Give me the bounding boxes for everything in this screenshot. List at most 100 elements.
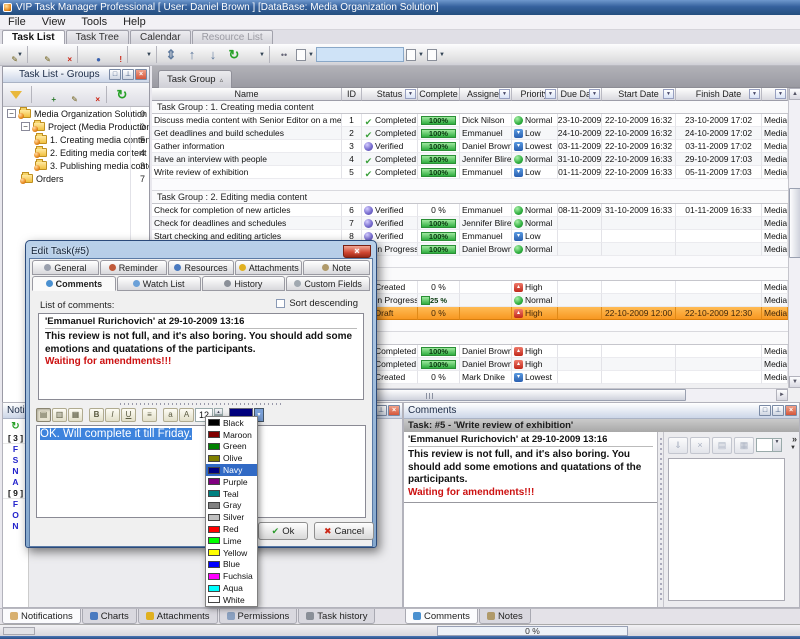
complete-task-button[interactable]: ! [103,45,123,64]
panel-minimize-button[interactable]: □ [109,69,121,80]
comment-item[interactable]: 'Emmanuel Rurichovich' at 29-10-2009 13:… [404,432,657,503]
group-header-task-group-2-editing-media-content[interactable]: Task Group : 2. Editing media content [152,191,800,204]
panel-pin-button[interactable]: ⊥ [122,69,134,80]
column-header-name[interactable]: Name [152,88,342,101]
filter-dropdown-icon[interactable]: ▼ [663,89,674,99]
italic-button[interactable]: I [105,408,120,422]
cancel-button[interactable]: ✖ Cancel [314,522,374,540]
bottom-tab-charts[interactable]: Charts [82,609,137,624]
spin-up-icon[interactable]: ▲ [214,408,223,415]
panel-close-button[interactable]: × [388,405,400,416]
delete-group-button[interactable]: × [81,85,101,104]
vertical-scroll-thumb[interactable] [789,188,800,258]
tab-task-tree[interactable]: Task Tree [66,30,129,44]
filter-dropdown-icon[interactable]: ▼ [405,89,416,99]
task-row-discuss-media-content-with-sen[interactable]: Discuss media content with Senior Editor… [152,114,800,127]
move-up-button[interactable]: ↑ [182,45,202,64]
grid-vertical-scrollbar[interactable]: ▲ ▼ [788,88,800,388]
color-option-gray[interactable]: Gray [206,500,257,512]
color-option-yellow[interactable]: Yellow [206,547,257,559]
search-input[interactable] [316,47,404,62]
expand-collapse-button[interactable]: ⇕ [161,45,181,64]
delete-task-button[interactable]: × [53,45,73,64]
menu-help[interactable]: Help [115,16,154,28]
edit-group-button[interactable]: ✎ [59,85,79,104]
find-button[interactable]: ▼ [405,45,425,64]
column-header-finish-date[interactable]: Finish Date▼ [676,88,762,101]
color-option-maroon[interactable]: Maroon [206,429,257,441]
new-comment-editor[interactable] [668,458,785,601]
toolbar-overflow-arrow[interactable]: ▼ [790,445,796,451]
color-option-fuchsia[interactable]: Fuchsia [206,570,257,582]
filter-groups-button[interactable] [6,85,26,104]
task-row-get-deadlines-and-build-schedu[interactable]: Get deadlines and build schedules2Comple… [152,127,800,140]
dialog-tab-watch-list[interactable]: Watch List [117,276,201,291]
bold-button[interactable]: B [89,408,104,422]
underline-button[interactable]: U [121,408,136,422]
sort-descending-control[interactable]: Sort descending [276,298,358,309]
filter-dropdown-icon[interactable]: ▼ [589,89,600,99]
panel-minimize-button[interactable]: □ [759,405,771,416]
tree-item-3-publishing-media-conte[interactable]: 3. Publishing media conte3 [3,159,149,172]
menu-view[interactable]: View [34,16,74,28]
scroll-down-arrow[interactable]: ▼ [789,376,800,388]
group-by-chip[interactable]: Task Group ▵ [158,70,232,88]
column-header-priority[interactable]: Priority▼ [512,88,558,101]
menu-file[interactable]: File [0,16,34,28]
filter-dropdown-icon[interactable]: ▼ [545,89,556,99]
print-comment-button[interactable]: ▤ [712,437,732,454]
format-comment-button[interactable]: ▦ [734,437,754,454]
superscript-button[interactable]: A [179,408,194,422]
filter-dropdown-icon[interactable]: ▼ [775,89,786,99]
ok-button[interactable]: ✔ Ok [258,522,308,540]
dialog-tab-note[interactable]: Note [303,260,370,275]
add-group-button[interactable]: + [37,85,57,104]
color-option-white[interactable]: White [206,594,257,606]
color-option-purple[interactable]: Purple [206,476,257,488]
task-row-check-for-completion-of-new-ar[interactable]: Check for completion of new articles6Ver… [152,204,800,217]
column-header-start-date[interactable]: Start Date▼ [602,88,676,101]
scroll-up-arrow[interactable]: ▲ [789,88,800,100]
column-header-assigned[interactable]: Assigned▼ [460,88,512,101]
dialog-tab-resources[interactable]: Resources [168,260,235,275]
panel-pin-button[interactable]: ⊥ [772,405,784,416]
color-option-teal[interactable]: Teal [206,488,257,500]
dialog-tab-custom-fields[interactable]: Custom Fields [286,276,370,291]
tree-item-media-organization-solution[interactable]: −Media Organization Solution0 [3,107,149,120]
column-header-media[interactable]: ▼ [762,88,788,101]
dialog-tab-reminder[interactable]: Reminder [100,260,167,275]
panel-close-button[interactable]: × [135,69,147,80]
bottom-tab-comments[interactable]: Comments [405,609,478,624]
post-comment-button[interactable]: ⇓ [668,437,688,454]
bottom-tab-task-history[interactable]: Task history [298,609,375,624]
panel-close-button[interactable]: × [785,405,797,416]
dialog-close-button[interactable]: × [343,245,371,258]
refresh-button[interactable]: ↻ [224,45,244,64]
color-option-aqua[interactable]: Aqua [206,582,257,594]
tree-item-orders[interactable]: Orders7 [3,172,149,185]
task-row-write-review-of-exhibition[interactable]: Write review of exhibition5Completed100%… [152,166,800,179]
subscript-button[interactable]: a [163,408,178,422]
comment-font-combo[interactable]: ▼ [756,438,782,452]
comment-editor[interactable]: OK. Will complete it till Friday. [36,425,366,518]
column-header-complete[interactable]: Complete [418,88,460,101]
move-down-button[interactable]: ↓ [203,45,223,64]
new-note-button[interactable]: ▼ [295,45,315,64]
filter-dropdown-icon[interactable]: ▼ [749,89,760,99]
bottom-tab-notifications[interactable]: Notifications [2,609,81,624]
column-header-id[interactable]: ID [342,88,362,101]
color-option-lime[interactable]: Lime [206,535,257,547]
color-option-blue[interactable]: Blue [206,559,257,571]
align-center-button[interactable]: ▥ [52,408,67,422]
refresh-groups-button[interactable]: ↻ [112,85,132,104]
bullet-list-button[interactable]: ≡ [142,408,157,422]
bottom-tab-attachments[interactable]: Attachments [138,609,218,624]
tab-resource-list[interactable]: Resource List [192,30,273,44]
tree-item-1-creating-media-conten[interactable]: 1. Creating media conten5 [3,133,149,146]
quick-note-button[interactable]: •• [274,45,294,64]
align-right-button[interactable]: ▦ [68,408,83,422]
tree-expander-icon[interactable]: − [21,122,30,131]
color-option-navy[interactable]: Navy [206,464,257,476]
bottom-tab-notes[interactable]: Notes [479,609,531,624]
column-header-due-date[interactable]: Due Date▼ [558,88,602,101]
